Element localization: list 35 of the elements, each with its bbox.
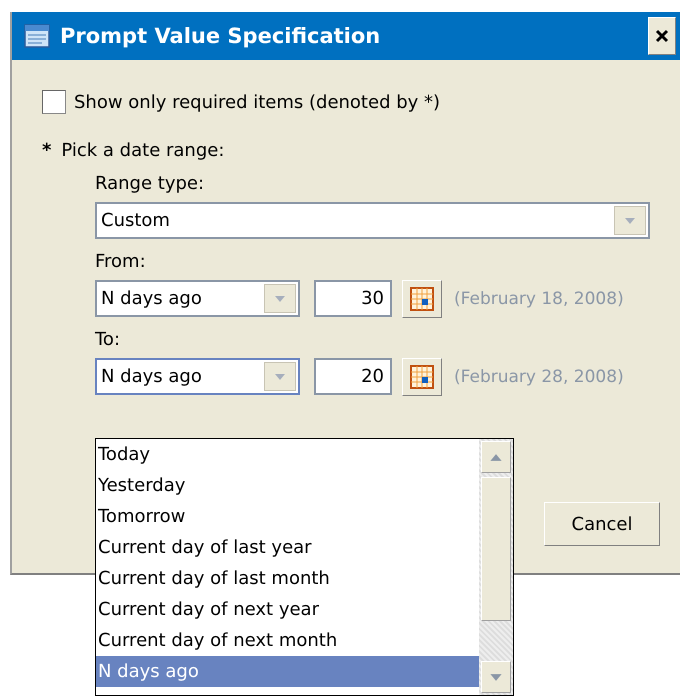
calendar-icon	[410, 286, 434, 310]
date-text: (February 18, 2008)	[454, 288, 624, 308]
number-field[interactable]: 30	[314, 280, 392, 317]
required-marker: *	[42, 140, 52, 161]
dropdown-field[interactable]: N days ago	[95, 358, 300, 395]
list-item[interactable]: Tomorrow	[96, 501, 479, 532]
scroll-thumb[interactable]	[481, 477, 511, 621]
scroll-down-icon[interactable]	[481, 661, 511, 693]
calendar-button[interactable]	[402, 358, 442, 396]
scroll-up-icon[interactable]	[481, 441, 511, 473]
list-item[interactable]: N days ago	[96, 656, 479, 687]
close-icon	[654, 28, 670, 44]
dropdown-field[interactable]: N days ago	[95, 280, 300, 317]
calendar-button[interactable]	[402, 280, 442, 318]
list-item[interactable]: Today	[96, 439, 479, 470]
field-label: Range type:	[95, 173, 206, 194]
list-item[interactable]: Current day of last year	[96, 532, 479, 563]
field-label: From:	[95, 251, 147, 272]
close-button[interactable]	[648, 17, 676, 55]
checkbox[interactable]	[42, 90, 66, 114]
checkbox-label: Show only required items (denoted by *)	[74, 92, 440, 112]
window-icon	[24, 24, 50, 48]
date-text: (February 28, 2008)	[454, 366, 624, 386]
scrollbar[interactable]	[479, 439, 513, 695]
window-title: Prompt Value Specification	[60, 24, 382, 48]
list-item[interactable]: Current day of last month	[96, 563, 479, 594]
field-label: To:	[95, 329, 122, 350]
prompt-label: Pick a date range:	[61, 140, 224, 161]
number-field[interactable]: 20	[314, 358, 392, 395]
list-item[interactable]: Current day of next year	[96, 594, 479, 625]
list-item[interactable]: Yesterday	[96, 470, 479, 501]
cancel-button[interactable]: Cancel	[544, 502, 660, 546]
dropdown-field[interactable]: Custom	[95, 202, 650, 239]
list-item[interactable]: Current day of next month	[96, 625, 479, 656]
calendar-icon	[410, 364, 434, 388]
